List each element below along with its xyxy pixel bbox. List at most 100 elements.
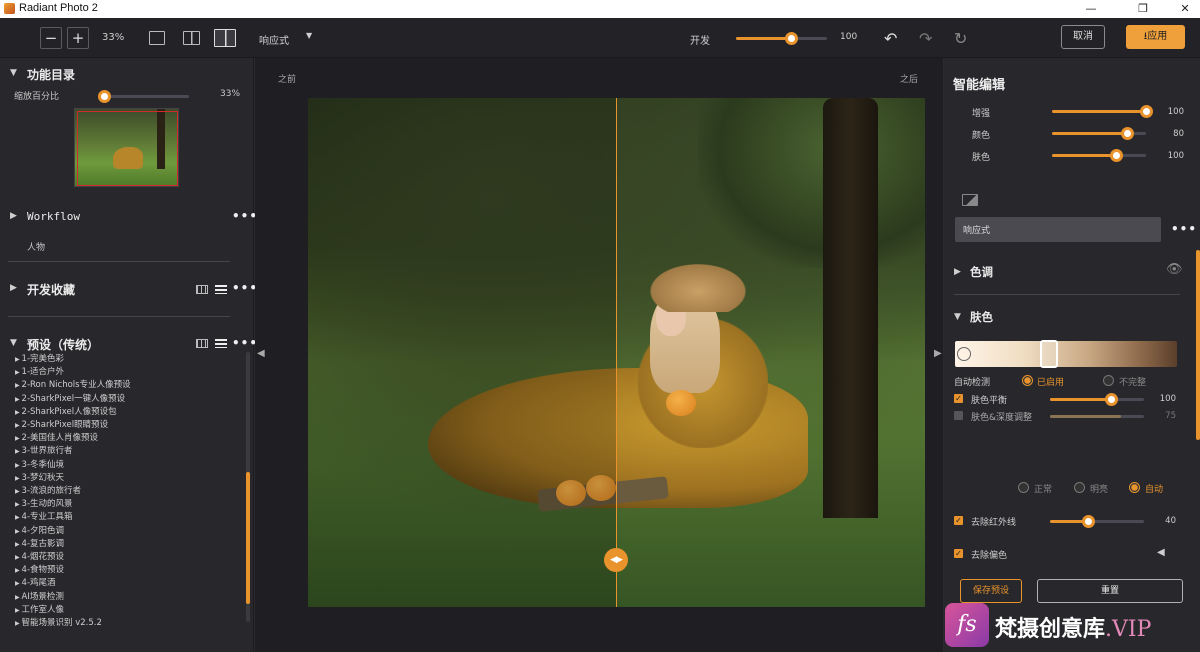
preset-list-item[interactable]: ▶ 4-复古影调	[15, 537, 64, 549]
skin-picker-icon[interactable]	[957, 347, 971, 361]
develop-slider-knob[interactable]	[784, 32, 798, 45]
tone-section-title[interactable]: 色调	[970, 264, 993, 280]
zoom-in-button[interactable]: +	[67, 27, 89, 49]
preset-list-item[interactable]: ▶ 1-完美色彩	[15, 352, 64, 364]
preset-list-scrollbar[interactable]	[246, 352, 250, 622]
collapse-right-panel-icon[interactable]: ▶	[934, 348, 942, 359]
right-panel-scrollbar[interactable]	[1196, 250, 1200, 440]
favorites-title[interactable]: 开发收藏	[27, 281, 75, 298]
remove-cast-arrow-icon[interactable]: ◀	[1157, 547, 1165, 558]
save-preset-button[interactable]: 保存预设	[960, 579, 1022, 603]
preset-list-item-label: 1-完美色彩	[21, 354, 65, 364]
smart-slider[interactable]	[1052, 149, 1146, 162]
skin-balance-checkbox[interactable]: ✓	[954, 394, 963, 403]
preset-list-item[interactable]: ▶ 智能场景识别 v2.5.2	[15, 616, 102, 628]
mode-bright-label[interactable]: 明亮	[1090, 482, 1108, 495]
preset-list-item[interactable]: ▶ 3-冬季仙境	[15, 458, 64, 470]
remove-ir-knob[interactable]	[1081, 515, 1095, 528]
skin-tone-gradient[interactable]	[955, 341, 1177, 367]
preset-list-item[interactable]: ▶ 2-SharkPixel人像预设包	[15, 405, 117, 417]
preset-list-item[interactable]: ▶ 4-鸡尾酒	[15, 576, 56, 588]
preset-list-item[interactable]: ▶ 3-世界旅行者	[15, 444, 73, 456]
expand-triangle-icon[interactable]: ▶	[10, 211, 17, 221]
preset-list-item[interactable]: ▶ 2-SharkPixel一键人像预设	[15, 392, 125, 404]
scrollbar-thumb[interactable]	[246, 472, 250, 604]
mode-bright-radio[interactable]	[1074, 482, 1085, 493]
preset-list-item[interactable]: ▶ 2-SharkPixel眼睛预设	[15, 418, 108, 430]
incomplete-radio[interactable]	[1103, 375, 1114, 386]
zoom-out-button[interactable]: −	[40, 27, 62, 49]
preset-list-item[interactable]: ▶ 4-夕阳色调	[15, 524, 64, 536]
single-view-icon[interactable]	[149, 31, 165, 45]
skin-balance-slider[interactable]	[1050, 393, 1144, 406]
remove-ir-slider[interactable]	[1050, 515, 1144, 528]
preset-list-item[interactable]: ▶ 2-美国佳人肖像预设	[15, 431, 98, 443]
enabled-label[interactable]: 已启用	[1037, 375, 1064, 388]
preset-list-item[interactable]: ▶ 3-生动的风景	[15, 497, 73, 509]
preset-list-item[interactable]: ▶ 2-Ron Nichols专业人像预设	[15, 378, 131, 390]
skin-depth-slider[interactable]	[1050, 415, 1144, 418]
reset-icon[interactable]: ↻	[954, 29, 967, 48]
preset-list-item[interactable]: ▶ AI场景检测	[15, 590, 64, 602]
redo-icon[interactable]: ↷	[919, 29, 932, 48]
incomplete-label[interactable]: 不完整	[1119, 375, 1146, 388]
maximize-button[interactable]: ❐	[1128, 0, 1158, 18]
apply-button[interactable]: ⭳应用	[1126, 25, 1185, 49]
preset-more-icon[interactable]: •••	[1171, 222, 1197, 236]
preset-list-item[interactable]: ▶ 4-食物预设	[15, 563, 64, 575]
mode-auto-radio[interactable]	[1129, 482, 1140, 493]
expand-triangle-icon[interactable]: ▶	[954, 267, 961, 277]
preset-list-item[interactable]: ▶ 3-流浪的旅行者	[15, 484, 81, 496]
grid-view-icon[interactable]	[196, 339, 208, 348]
smart-slider-knob[interactable]	[1109, 149, 1123, 162]
minimize-button[interactable]: —	[1076, 0, 1106, 18]
preset-name-field[interactable]: 响应式	[955, 217, 1161, 242]
workflow-title[interactable]: Workflow	[27, 210, 80, 223]
preset-list-item[interactable]: ▶ 4-烟花预设	[15, 550, 64, 562]
presets-title[interactable]: 预设（传统）	[27, 336, 99, 353]
preset-list-item[interactable]: ▶ 1-适合户外	[15, 365, 64, 377]
list-view-icon[interactable]	[215, 339, 227, 348]
remove-ir-checkbox[interactable]: ✓	[954, 516, 963, 525]
split-handle[interactable]: ◀▶	[604, 548, 628, 572]
remove-ir-label: 去除红外线	[971, 518, 1017, 528]
collapse-triangle-icon[interactable]: ▼	[954, 312, 961, 322]
list-view-icon[interactable]	[215, 285, 227, 294]
zoom-slider-knob[interactable]	[97, 90, 111, 103]
skin-tone-knob[interactable]	[1040, 340, 1058, 368]
grid-view-icon[interactable]	[196, 285, 208, 294]
smart-slider[interactable]	[1052, 127, 1146, 140]
mode-normal-label[interactable]: 正常	[1034, 482, 1052, 495]
cancel-button[interactable]: 取消	[1061, 25, 1105, 49]
preset-dropdown-label[interactable]: 响应式	[259, 32, 289, 47]
chevron-down-icon[interactable]: ▼	[306, 31, 312, 40]
skin-depth-checkbox[interactable]	[954, 411, 963, 420]
split-view-icon[interactable]	[214, 29, 236, 47]
split-divider-line[interactable]	[616, 98, 617, 607]
mode-normal-radio[interactable]	[1018, 482, 1029, 493]
smart-slider[interactable]	[1052, 105, 1153, 118]
zoom-percent-slider[interactable]	[97, 90, 189, 103]
remove-cast-checkbox[interactable]: ✓	[954, 549, 963, 558]
navigator-viewport-frame[interactable]	[77, 111, 178, 186]
preset-list-item[interactable]: ▶ 4-专业工具箱	[15, 510, 73, 522]
preset-list-item[interactable]: ▶ 3-梦幻秋天	[15, 471, 64, 483]
mode-auto-label[interactable]: 自动	[1145, 482, 1163, 495]
smart-slider-knob[interactable]	[1140, 105, 1153, 118]
skin-balance-knob[interactable]	[1105, 393, 1119, 406]
enabled-radio[interactable]	[1022, 375, 1033, 386]
collapse-left-panel-icon[interactable]: ◀	[257, 348, 265, 359]
navigator-thumbnail[interactable]	[74, 108, 179, 187]
develop-slider[interactable]	[736, 32, 827, 45]
reset-button[interactable]: 重置	[1037, 579, 1183, 603]
expand-triangle-icon[interactable]: ▶	[10, 283, 17, 293]
side-by-side-view-icon[interactable]	[183, 31, 200, 45]
eye-icon[interactable]: 👁	[1166, 262, 1183, 277]
close-button[interactable]: ✕	[1170, 0, 1200, 18]
preset-list-item[interactable]: ▶ 工作室人像	[15, 603, 64, 615]
workflow-item[interactable]: 人物	[27, 240, 45, 253]
collapse-triangle-icon[interactable]: ▼	[10, 338, 17, 348]
skin-section-title[interactable]: 肤色	[970, 309, 993, 325]
collapse-triangle-icon[interactable]: ▼	[10, 68, 17, 78]
undo-icon[interactable]: ↶	[884, 29, 897, 48]
